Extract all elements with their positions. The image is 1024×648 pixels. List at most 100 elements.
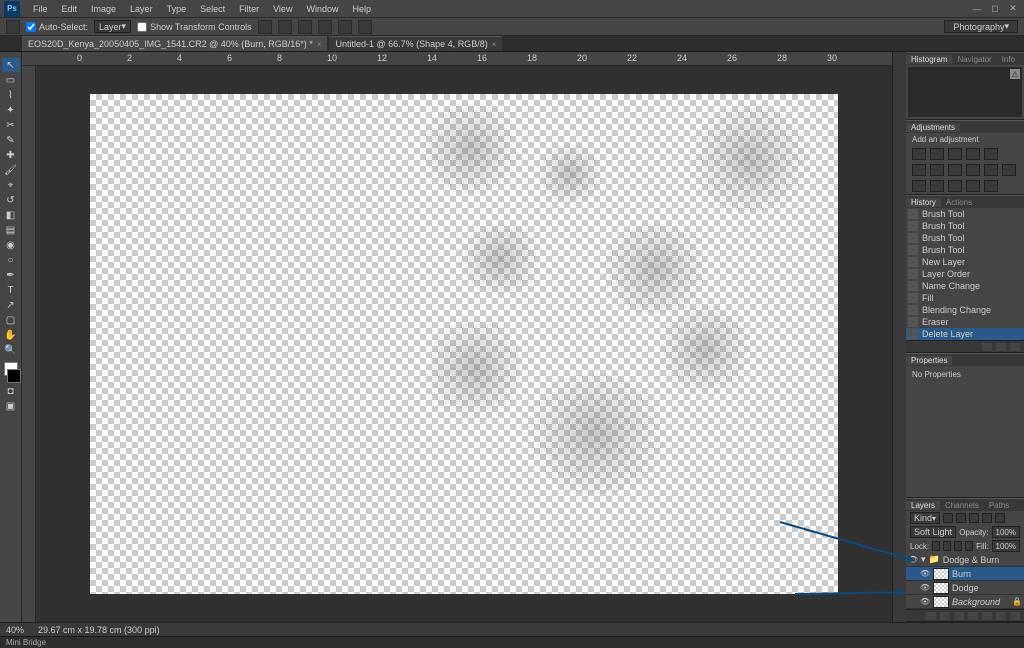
layer-thumbnail[interactable] bbox=[933, 568, 949, 580]
layer-filter-icon[interactable] bbox=[982, 513, 992, 523]
visibility-icon[interactable]: 👁 bbox=[920, 569, 930, 579]
history-item[interactable]: Delete Layer bbox=[906, 328, 1024, 340]
document-tab[interactable]: EOS20D_Kenya_20050405_IMG_1541.CR2 @ 40%… bbox=[22, 36, 327, 51]
lock-transparency-icon[interactable] bbox=[932, 541, 940, 551]
marquee-tool[interactable]: ▭ bbox=[2, 73, 20, 87]
align-icon[interactable] bbox=[338, 20, 352, 34]
visibility-icon[interactable]: 👁 bbox=[920, 597, 930, 607]
history-item[interactable]: Eraser bbox=[906, 316, 1024, 328]
adjustment-icon[interactable] bbox=[966, 180, 980, 192]
layer-thumbnail[interactable] bbox=[933, 596, 949, 608]
camera-icon[interactable] bbox=[982, 343, 992, 351]
history-item[interactable]: New Layer bbox=[906, 256, 1024, 268]
minimize-button[interactable]: — bbox=[970, 3, 984, 15]
align-icon[interactable] bbox=[278, 20, 292, 34]
blur-tool[interactable]: ◉ bbox=[2, 238, 20, 252]
layer-mask-icon[interactable] bbox=[954, 612, 964, 620]
layer-filter-kind[interactable]: Kind ▾ bbox=[910, 512, 940, 524]
align-icon[interactable] bbox=[298, 20, 312, 34]
move-tool[interactable]: ↖ bbox=[2, 58, 20, 72]
adjustment-icon[interactable] bbox=[948, 164, 962, 176]
adjustment-icon[interactable] bbox=[930, 148, 944, 160]
adjustment-icon[interactable] bbox=[966, 164, 980, 176]
align-icon[interactable] bbox=[318, 20, 332, 34]
layer-style-icon[interactable] bbox=[940, 612, 950, 620]
history-item[interactable]: Brush Tool bbox=[906, 232, 1024, 244]
zoom-level[interactable]: 40% bbox=[6, 625, 24, 635]
adjustment-icon[interactable] bbox=[930, 180, 944, 192]
adjustment-icon[interactable] bbox=[984, 148, 998, 160]
screen-mode-toggle[interactable]: ▣ bbox=[2, 399, 20, 413]
tab-histogram[interactable]: Histogram bbox=[906, 55, 952, 64]
history-brush-tool[interactable]: ↺ bbox=[2, 193, 20, 207]
lasso-tool[interactable]: ⌇ bbox=[2, 88, 20, 102]
close-icon[interactable]: × bbox=[317, 40, 322, 49]
adjustment-icon[interactable] bbox=[912, 180, 926, 192]
canvas[interactable] bbox=[36, 66, 892, 622]
tab-adjustments[interactable]: Adjustments bbox=[906, 123, 960, 132]
adjustment-icon[interactable] bbox=[966, 148, 980, 160]
history-item[interactable]: Blending Change bbox=[906, 304, 1024, 316]
adjustment-icon[interactable] bbox=[912, 148, 926, 160]
layer-filter-icon[interactable] bbox=[943, 513, 953, 523]
lock-pixels-icon[interactable] bbox=[943, 541, 951, 551]
document-info[interactable]: 29.67 cm x 19.78 cm (300 ppi) bbox=[38, 625, 160, 635]
trash-icon[interactable] bbox=[1010, 343, 1020, 351]
history-item[interactable]: Fill bbox=[906, 292, 1024, 304]
layer-thumbnail[interactable] bbox=[933, 582, 949, 594]
lock-all-icon[interactable] bbox=[965, 541, 973, 551]
history-item[interactable]: Brush Tool bbox=[906, 208, 1024, 220]
trash-icon[interactable] bbox=[1010, 612, 1020, 620]
menu-help[interactable]: Help bbox=[345, 4, 378, 14]
menu-filter[interactable]: Filter bbox=[232, 4, 266, 14]
auto-select-checkbox[interactable]: Auto-Select: bbox=[26, 22, 88, 32]
show-transform-checkbox[interactable]: Show Transform Controls bbox=[137, 22, 252, 32]
align-icon[interactable] bbox=[258, 20, 272, 34]
tab-layers[interactable]: Layers bbox=[906, 501, 940, 510]
menu-layer[interactable]: Layer bbox=[123, 4, 160, 14]
adjustment-icon[interactable] bbox=[948, 180, 962, 192]
tab-info[interactable]: Info bbox=[997, 55, 1020, 64]
path-tool[interactable]: ↗ bbox=[2, 298, 20, 312]
adjustment-layer-icon[interactable] bbox=[968, 612, 978, 620]
cache-warning-icon[interactable]: ⚠ bbox=[1010, 69, 1020, 79]
menu-edit[interactable]: Edit bbox=[55, 4, 85, 14]
menu-window[interactable]: Window bbox=[299, 4, 345, 14]
new-state-icon[interactable] bbox=[996, 343, 1006, 351]
menu-file[interactable]: File bbox=[26, 4, 55, 14]
history-item[interactable]: Name Change bbox=[906, 280, 1024, 292]
layer-group[interactable]: 👁 ▾ 📁 Dodge & Burn bbox=[906, 553, 1024, 567]
tab-paths[interactable]: Paths bbox=[984, 501, 1014, 510]
layer-filter-icon[interactable] bbox=[956, 513, 966, 523]
quick-mask-toggle[interactable]: ◘ bbox=[2, 384, 20, 398]
fill-value[interactable]: 100% bbox=[992, 540, 1020, 552]
close-icon[interactable]: × bbox=[492, 40, 497, 49]
brush-tool[interactable]: 🖌 bbox=[2, 163, 20, 177]
restore-button[interactable]: ◻ bbox=[988, 3, 1002, 15]
workspace-select[interactable]: Photography ▾ bbox=[944, 20, 1018, 33]
close-button[interactable]: ✕ bbox=[1006, 3, 1020, 15]
dodge-tool[interactable]: ○ bbox=[2, 253, 20, 267]
new-layer-icon[interactable] bbox=[996, 612, 1006, 620]
blend-mode-select[interactable]: Soft Light bbox=[910, 526, 956, 538]
history-item[interactable]: Brush Tool bbox=[906, 244, 1024, 256]
adjustment-icon[interactable] bbox=[984, 164, 998, 176]
layer-filter-icon[interactable] bbox=[995, 513, 1005, 523]
menu-view[interactable]: View bbox=[266, 4, 299, 14]
history-item[interactable]: Layer Order bbox=[906, 268, 1024, 280]
link-layers-icon[interactable] bbox=[926, 612, 936, 620]
tab-channels[interactable]: Channels bbox=[940, 501, 984, 510]
crop-tool[interactable]: ✂ bbox=[2, 118, 20, 132]
visibility-icon[interactable]: 👁 bbox=[920, 583, 930, 593]
shape-tool[interactable]: ▢ bbox=[2, 313, 20, 327]
tab-properties[interactable]: Properties bbox=[906, 356, 952, 365]
eyedropper-tool[interactable]: ✎ bbox=[2, 133, 20, 147]
menu-select[interactable]: Select bbox=[193, 4, 232, 14]
gradient-tool[interactable]: ▤ bbox=[2, 223, 20, 237]
chevron-down-icon[interactable]: ▾ bbox=[921, 554, 926, 565]
opacity-value[interactable]: 100% bbox=[992, 526, 1020, 538]
type-tool[interactable]: T bbox=[2, 283, 20, 297]
hand-tool[interactable]: ✋ bbox=[2, 328, 20, 342]
layer-filter-icon[interactable] bbox=[969, 513, 979, 523]
wand-tool[interactable]: ✦ bbox=[2, 103, 20, 117]
